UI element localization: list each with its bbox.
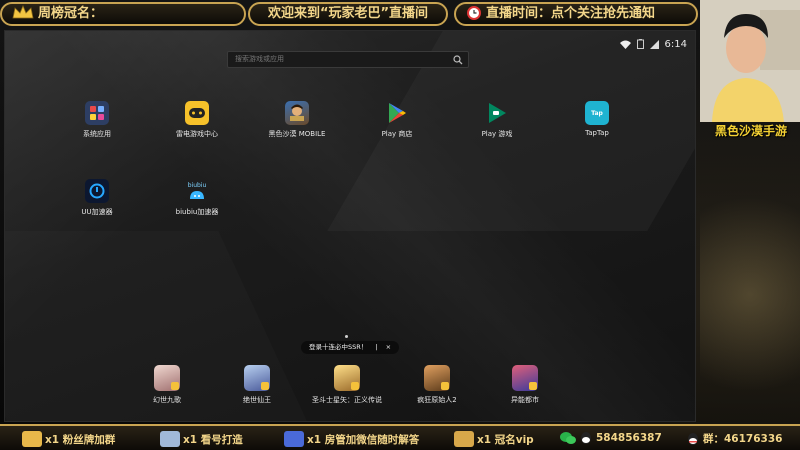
app-label: Play 商店 (381, 130, 413, 138)
app-play-store[interactable]: Play 商店 (357, 101, 437, 139)
app-label: 系统应用 (83, 130, 111, 138)
system-apps-icon (85, 101, 109, 125)
app-label: 异能都市 (511, 396, 539, 404)
ticker-item: 584856387 (560, 431, 662, 445)
weekly-sponsor-banner: 周榜冠名： (0, 2, 246, 26)
ticker-text: x1 冠名vip (477, 433, 534, 446)
app-label: 圣斗士星矢：正义传说 (312, 396, 382, 404)
welcome-banner: 欢迎来到“玩家老巴”直播间 (248, 2, 448, 26)
qq-icon (581, 432, 591, 444)
search-input[interactable] (235, 55, 435, 63)
app-play-games[interactable]: Play 游戏 (457, 101, 537, 139)
wechat-icon (560, 432, 576, 444)
qq-group-icon (688, 432, 698, 445)
weekly-sponsor-label: 周榜冠名： (38, 6, 104, 21)
app-label: biubiu加速器 (175, 208, 219, 216)
app-label: 疯狂原始人2 (417, 396, 457, 404)
game-icon (154, 365, 180, 391)
streamer-avatar (700, 0, 800, 122)
app-system-apps[interactable]: 系统应用 (57, 101, 137, 139)
app-label: TapTap (585, 129, 609, 137)
game-icon (244, 365, 270, 391)
gift-icon (454, 431, 474, 447)
gift-ticker-bar: x1 粉丝牌加群 x1 看号打造 x1 房管加微信随时解答 x1 冠名vip 5… (0, 424, 800, 450)
app-label: 幻世九歌 (153, 396, 181, 404)
welcome-text: 欢迎来到“玩家老巴”直播间 (267, 6, 429, 21)
wifi-icon (619, 40, 631, 49)
app-taptap[interactable]: Tap TapTap (557, 101, 637, 137)
search-icon[interactable] (453, 55, 463, 65)
ticker-item: x1 粉丝牌加群 (22, 431, 115, 447)
dock-app-huanshi-jiuge[interactable]: 幻世九歌 (132, 365, 202, 405)
biubiu-icon: biubiu (185, 179, 209, 203)
app-label: 绝世仙王 (243, 396, 271, 404)
streamer-webcam (700, 0, 800, 122)
gift-icon (22, 431, 42, 447)
app-black-desert-mobile[interactable]: 黑色沙漠 MOBILE (257, 101, 337, 139)
page-indicator-dot (345, 335, 348, 338)
dock-app-saint-seiya[interactable]: 圣斗士星矢：正义传说 (311, 365, 383, 405)
toast-text: 登录十连必中SSR！ (309, 343, 368, 351)
stream-time-text: 直播时间：点个关注抢先通知 (486, 6, 656, 21)
play-store-icon (385, 101, 409, 125)
rocket-icon (284, 431, 304, 447)
decorative-emblem (700, 140, 800, 420)
dock-app-jueshi-xianwang[interactable]: 绝世仙王 (222, 365, 292, 405)
signal-icon (649, 39, 659, 49)
status-time: 6:14 (664, 38, 687, 50)
toast-separator: | (375, 343, 378, 351)
game-icon (512, 365, 538, 391)
stream-game-title: 黑色沙漠手游 (714, 124, 787, 138)
ticker-text: x1 房管加微信随时解答 (307, 433, 420, 446)
close-icon[interactable]: × (386, 343, 391, 351)
ticker-text: x1 看号打造 (183, 433, 243, 446)
app-biubiu-accelerator[interactable]: biubiu biubiu加速器 (157, 179, 237, 217)
promo-toast[interactable]: 登录十连必中SSR！ | × (301, 341, 400, 354)
ticker-item: x1 冠名vip (454, 431, 534, 447)
uu-accelerator-icon (85, 179, 109, 203)
crown-icon (12, 5, 34, 19)
taptap-icon: Tap (585, 101, 609, 125)
emulator-home-screen: 6:14 系统应用 雷电游戏中心 黑色沙漠 MOBILE Play 商店 Pla… (4, 30, 696, 422)
ticker-item: x1 看号打造 (160, 431, 243, 447)
app-label: 雷电游戏中心 (176, 130, 218, 138)
black-desert-icon (285, 101, 309, 125)
game-icon (424, 365, 450, 391)
stream-time-banner: 直播时间：点个关注抢先通知 (454, 2, 698, 26)
app-uu-accelerator[interactable]: UU加速器 (57, 179, 137, 217)
ldplayer-gamepad-icon (185, 101, 209, 125)
ticker-text: 584856387 (596, 432, 662, 444)
dock-app-yineng-dushi[interactable]: 异能都市 (490, 365, 560, 405)
game-icon (334, 365, 360, 391)
ticker-item: 群：46176336 (686, 431, 782, 446)
battery-icon (636, 39, 644, 49)
dock-app-croods-2[interactable]: 疯狂原始人2 (402, 365, 472, 405)
gift-icon (160, 431, 180, 447)
play-games-icon (485, 101, 509, 125)
app-label: 黑色沙漠 MOBILE (268, 130, 326, 138)
biubiu-icon-text: biubiu (187, 181, 207, 189)
ticker-text: 群：46176336 (703, 433, 783, 445)
alarm-clock-icon (467, 6, 481, 20)
app-label: Play 游戏 (481, 130, 513, 138)
app-ldplayer-game-center[interactable]: 雷电游戏中心 (157, 101, 237, 139)
ticker-item: x1 房管加微信随时解答 (284, 431, 419, 447)
status-bar: 6:14 (619, 37, 687, 51)
app-label: UU加速器 (81, 208, 113, 216)
ticker-text: x1 粉丝牌加群 (45, 433, 116, 446)
search-bar[interactable] (227, 51, 469, 68)
